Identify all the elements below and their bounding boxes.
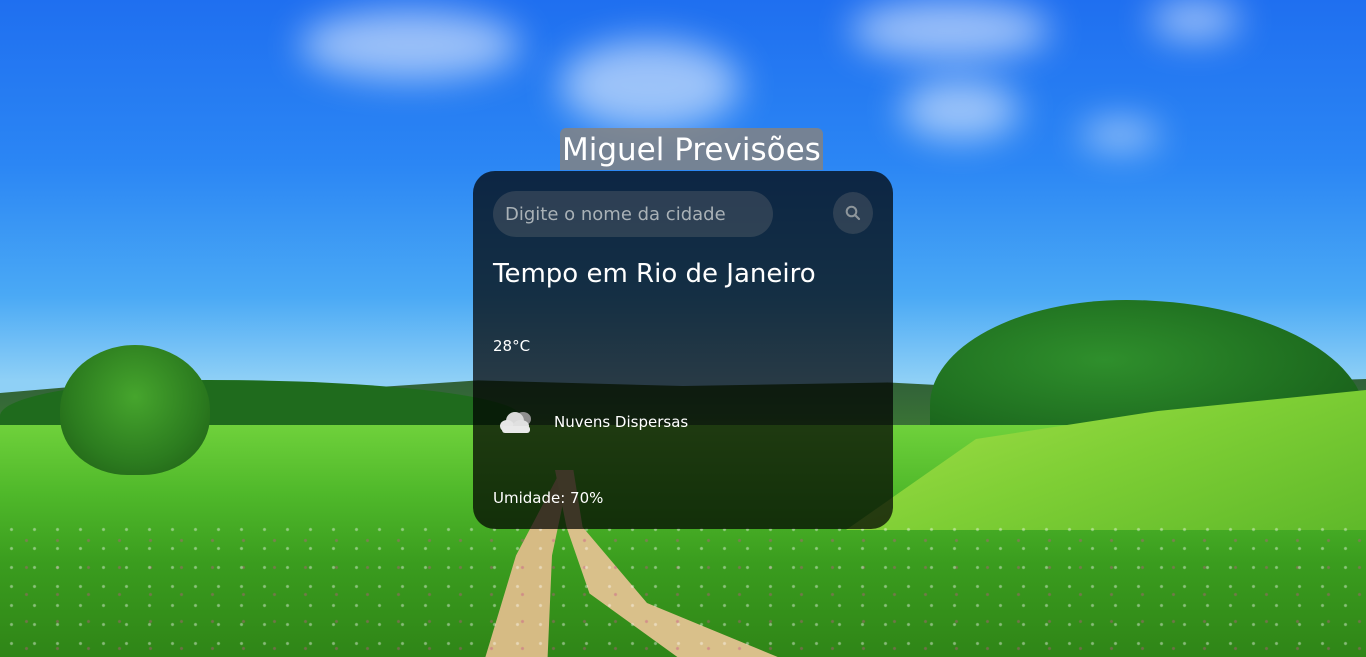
sky-cloud: [300, 10, 520, 80]
sky-cloud: [900, 80, 1020, 140]
sky-cloud: [1080, 120, 1160, 150]
condition-description: Nuvens Dispersas: [554, 413, 689, 431]
landscape-background: Miguel Previsões Tempo em Rio de Janeiro…: [0, 0, 1366, 657]
search-icon: [845, 205, 861, 221]
bush: [60, 345, 210, 475]
sky-cloud: [850, 0, 1050, 60]
search-button[interactable]: [833, 192, 873, 234]
sky-cloud: [560, 40, 740, 130]
condition-row: Nuvens Dispersas: [493, 407, 688, 437]
wildflowers: [0, 520, 1366, 657]
app-title: Miguel Previsões: [560, 128, 823, 170]
temperature: 28°C: [493, 337, 531, 355]
humidity: Umidade: 70%: [493, 489, 604, 507]
weather-card: Tempo em Rio de Janeiro 28°C Nuvens Disp…: [473, 171, 893, 529]
city-heading: Tempo em Rio de Janeiro: [493, 259, 816, 289]
cloud-icon: [500, 412, 531, 433]
city-search-input[interactable]: [493, 191, 773, 237]
sky-cloud: [1150, 0, 1240, 40]
